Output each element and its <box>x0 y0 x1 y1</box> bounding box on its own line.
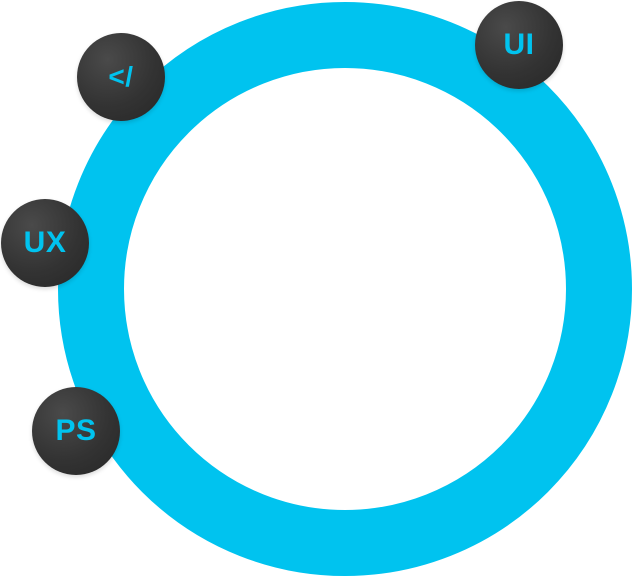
ui-skill-badge[interactable]: UI <box>475 1 563 89</box>
skills-ring-graphic: UI </ UX PS <box>0 0 632 576</box>
code-skill-badge[interactable]: </ <box>77 33 165 121</box>
ps-skill-badge[interactable]: PS <box>32 387 120 475</box>
ux-skill-badge[interactable]: UX <box>1 199 89 287</box>
